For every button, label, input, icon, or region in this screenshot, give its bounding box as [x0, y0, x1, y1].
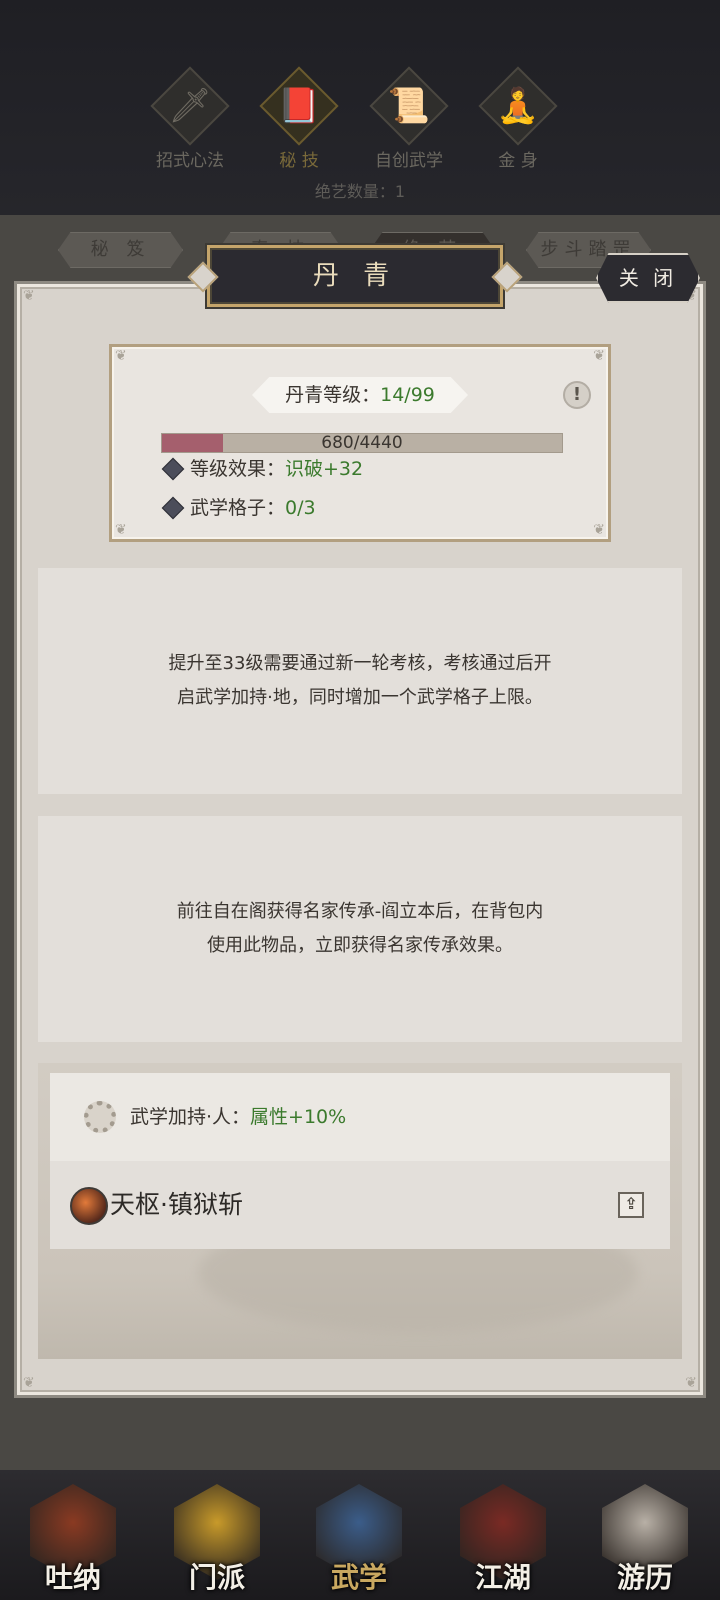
slots-value: 0/3 [285, 497, 316, 519]
nav-label: 武学 [330, 1561, 387, 1594]
description-line: 提升至33级需要通过新一轮考核，考核通过后开 [168, 653, 552, 674]
dialog-title: 丹 青 [187, 245, 523, 307]
nav-label: 吐纳 [44, 1561, 101, 1594]
buff-value: 属性+10% [250, 1106, 347, 1128]
level-value: 14/99 [380, 384, 435, 406]
skill-slots-row: 武学格子：0/3 [161, 493, 316, 523]
unique-skill-count: 绝艺数量：1 [314, 182, 406, 201]
effect-label: 等级效果： [190, 458, 286, 480]
nav-label: 江湖 [474, 1561, 531, 1594]
close-button[interactable]: 关 闭 [596, 253, 700, 303]
buff-label: 武学加持·人： [130, 1106, 251, 1128]
tab-label: 自创武学 [375, 151, 443, 171]
corner-ornament: ❦ [115, 522, 127, 538]
description-line: 启武学加持·地，同时增加一个武学格子上限。 [177, 687, 543, 708]
dialog-title-text: 丹 青 [312, 261, 398, 291]
skill-category-tabs: 🗡 招式心法 📕 秘 技 📜 自创武学 🧘 金 身 [0, 66, 720, 180]
skill-bonus-box: 武学加持·人：属性+10% 天枢·镇狱斩 ⇪ [38, 1063, 682, 1359]
buff-text: 武学加持·人：属性+10% [130, 1073, 346, 1161]
corner-ornament: ❦ [593, 522, 605, 538]
nav-label: 游历 [616, 1561, 673, 1594]
tab-label: 招式心法 [156, 151, 224, 171]
xp-text: 680/4440 [321, 433, 403, 453]
scroll-icon: 📜 [387, 86, 431, 126]
tab-secret-skill[interactable]: 📕 秘 技 [247, 66, 347, 180]
corner-ornament: ❦ [23, 288, 35, 304]
level-card: ❦ ❦ ❦ ❦ 丹青等级：14/99 ! 680/4440 等级效果：识破+32… [109, 344, 611, 542]
info-icon[interactable]: ! [563, 381, 591, 409]
level-indicator: 丹青等级：14/99 [252, 377, 468, 413]
slots-label: 武学格子： [190, 497, 286, 519]
gem-icon [161, 457, 185, 481]
corner-ornament: ❦ [685, 1375, 697, 1391]
book-icon: 📕 [277, 86, 321, 126]
upgrade-description: 提升至33级需要通过新一轮考核，考核通过后开 启武学加持·地，同时增加一个武学格… [38, 568, 682, 794]
flower-icon [84, 1101, 116, 1133]
corner-ornament: ❦ [23, 1375, 35, 1391]
nav-label: 门派 [188, 1561, 245, 1594]
tab-golden-body[interactable]: 🧘 金 身 [466, 66, 566, 180]
xp-progress-bar: 680/4440 [161, 433, 563, 453]
move-name: 天枢·镇狱斩 [110, 1190, 243, 1219]
level-effect-row: 等级效果：识破+32 [161, 454, 363, 484]
inheritance-description: 前往自在阁获得名家传承-阎立本后，在背包内 使用此物品，立即获得名家传承效果。 [38, 816, 682, 1042]
sub-tab-manual[interactable]: 秘 笈 [58, 232, 183, 268]
nav-travel[interactable]: 游历 [592, 1470, 692, 1600]
tab-martial-arts[interactable]: 🗡 招式心法 [138, 66, 238, 180]
description-line: 使用此物品，立即获得名家传承效果。 [207, 935, 513, 956]
buff-row: 武学加持·人：属性+10% [50, 1073, 670, 1161]
tab-self-created[interactable]: 📜 自创武学 [357, 66, 457, 180]
move-row[interactable]: 天枢·镇狱斩 ⇪ [50, 1161, 670, 1249]
share-icon[interactable]: ⇪ [618, 1192, 644, 1218]
level-label: 丹青等级： [285, 384, 381, 406]
nav-jianghu[interactable]: 江湖 [450, 1470, 550, 1600]
gem-icon [161, 496, 185, 520]
meditation-icon: 🧘 [496, 86, 540, 126]
tab-label: 金 身 [498, 151, 538, 171]
description-line: 前往自在阁获得名家传承-阎立本后，在背包内 [176, 901, 544, 922]
skill-move-icon [70, 1187, 108, 1225]
sword-icon: 🗡 [168, 86, 212, 126]
corner-ornament: ❦ [593, 348, 605, 364]
corner-ornament: ❦ [115, 348, 127, 364]
nav-martial-arts[interactable]: 武学 [306, 1470, 406, 1600]
nav-sect[interactable]: 门派 [164, 1470, 264, 1600]
effect-value: 识破+32 [285, 458, 364, 480]
nav-breathing[interactable]: 吐纳 [20, 1470, 120, 1600]
bottom-navigation: 吐纳 门派 武学 江湖 游历 [0, 1470, 720, 1600]
tab-label: 秘 技 [279, 151, 319, 171]
